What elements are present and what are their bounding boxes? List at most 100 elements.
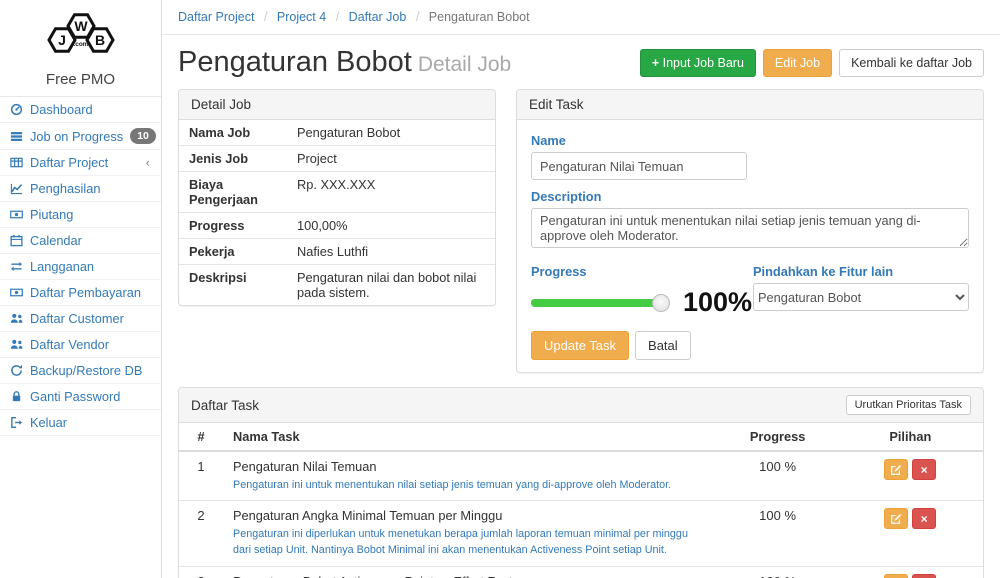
plus-icon: + [652,56,659,70]
detail-job-panel: Detail Job Nama JobPengaturan Bobot Jeni… [178,89,496,306]
sidebar-item-penghasilan[interactable]: Penghasilan [0,176,161,202]
sidebar-item-ganti-password[interactable]: Ganti Password [0,384,161,410]
update-task-button[interactable]: Update Task [531,331,629,360]
pencil-square-icon [890,513,902,525]
sidebar-item-label: Daftar Customer [30,311,152,326]
sidebar-item-job-on-progress[interactable]: Job on Progress 10 [0,123,161,150]
lock-icon [9,390,23,403]
sidebar-item-label: Daftar Project [30,155,139,170]
sidebar-item-label: Piutang [30,207,152,222]
sidebar-menu: Dashboard Job on Progress 10 Daftar Proj… [0,96,161,436]
sidebar-item-label: Keluar [30,415,152,430]
detail-job-table: Nama JobPengaturan Bobot Jenis JobProjec… [179,120,495,305]
batal-button[interactable]: Batal [635,331,691,360]
sidebar-item-label: Ganti Password [30,389,152,404]
progress-label: Progress [531,264,752,279]
sidebar-item-daftar-vendor[interactable]: Daftar Vendor [0,332,161,358]
jwb-logo-icon: W J B .com [38,10,124,64]
refresh-icon [9,364,23,377]
sidebar-item-calendar[interactable]: Calendar [0,228,161,254]
progress-slider-handle[interactable] [652,294,670,312]
app-window: W J B .com Free PMO Dashboard Job on Pro… [0,0,1000,578]
task-name: Pengaturan Bobot Activeness Point vs Eff… [233,574,708,578]
task-progress: 100 % [718,566,838,578]
detail-row: Jenis JobProject [179,146,495,172]
breadcrumb-daftar-job[interactable]: Daftar Job [349,10,407,24]
users-icon [9,338,23,351]
delete-task-button[interactable]: × [912,459,936,480]
svg-text:J: J [58,32,66,48]
breadcrumb-separator: / [336,10,339,24]
table-icon [9,156,23,169]
task-row: 3 Pengaturan Bobot Activeness Point vs E… [179,566,983,578]
edit-task-button[interactable] [884,459,908,480]
pencil-square-icon [890,464,902,476]
detail-row: PekerjaNafies Luthfi [179,239,495,265]
progress-slider-fill [531,299,661,307]
move-feature-block: Pindahkan ke Fitur lain Pengaturan Bobot [753,261,969,311]
main-area: Daftar Project / Project 4 / Daftar Job … [162,0,1000,578]
column-progress: Progress [718,423,838,451]
users-icon [9,312,23,325]
sidebar-item-label: Daftar Vendor [30,337,152,352]
sidebar-item-langganan[interactable]: Langganan [0,254,161,280]
sidebar-item-label: Calendar [30,233,152,248]
breadcrumb-project-4[interactable]: Project 4 [277,10,326,24]
breadcrumb-separator: / [416,10,419,24]
task-name: Pengaturan Nilai Temuan [233,459,708,474]
sidebar-item-piutang[interactable]: Piutang [0,202,161,228]
tasks-icon [9,130,23,143]
svg-text:W: W [74,18,88,34]
kembali-ke-daftar-job-button[interactable]: Kembali ke daftar Job [839,49,984,77]
column-no: # [179,423,223,451]
task-description: Pengaturan ini diperlukan untuk menetuka… [233,526,708,558]
breadcrumb-separator: / [264,10,267,24]
detail-row: DeskripsiPengaturan nilai dan bobot nila… [179,265,495,306]
money-icon [9,208,23,221]
task-table: # Nama Task Progress Pilihan 1 Pengatura… [179,423,983,578]
detail-row: Progress100,00% [179,213,495,239]
task-row: 1 Pengaturan Nilai Temuan Pengaturan ini… [179,451,983,501]
detail-row: Nama JobPengaturan Bobot [179,120,495,146]
task-no: 2 [179,501,223,566]
logo[interactable]: W J B .com Free PMO [0,0,161,96]
sign-out-icon [9,416,23,429]
sidebar-item-daftar-project[interactable]: Daftar Project ‹ [0,150,161,176]
input-job-baru-button[interactable]: + Input Job Baru [640,49,756,77]
task-no: 3 [179,566,223,578]
task-name-input[interactable] [531,152,747,180]
page-title-block: Pengaturan BobotDetail Job [178,46,511,79]
task-name: Pengaturan Angka Minimal Temuan per Ming… [233,508,708,523]
delete-task-button[interactable]: × [912,574,936,578]
progress-block: Progress 100% [531,261,752,318]
line-chart-icon [9,182,23,195]
move-feature-select[interactable]: Pengaturan Bobot [753,283,969,311]
task-description: Pengaturan ini untuk menentukan nilai se… [233,477,708,493]
sidebar-item-daftar-customer[interactable]: Daftar Customer [0,306,161,332]
sidebar-item-daftar-pembayaran[interactable]: Daftar Pembayaran [0,280,161,306]
task-no: 1 [179,451,223,501]
edit-task-panel: Edit Task Name Description Pengaturan in… [516,89,984,373]
svg-text:.com: .com [73,41,88,48]
gauge-icon [9,103,23,116]
sidebar-item-label: Langganan [30,259,152,274]
progress-slider[interactable] [531,299,661,307]
x-icon: × [921,463,928,477]
sidebar-item-label: Penghasilan [30,181,152,196]
sidebar-item-backup-restore-db[interactable]: Backup/Restore DB [0,358,161,384]
breadcrumb-daftar-project[interactable]: Daftar Project [178,10,254,24]
sidebar-item-keluar[interactable]: Keluar [0,410,161,436]
task-progress: 100 % [718,451,838,501]
daftar-task-panel-title: Daftar Task [191,398,259,413]
edit-job-button[interactable]: Edit Job [763,49,832,77]
delete-task-button[interactable]: × [912,508,936,529]
svg-text:B: B [94,32,104,48]
sidebar-item-label: Daftar Pembayaran [30,285,152,300]
edit-task-button[interactable] [884,574,908,578]
task-description-textarea[interactable]: Pengaturan ini untuk menentukan nilai se… [531,208,969,248]
urutkan-prioritas-task-button[interactable]: Urutkan Prioritas Task [846,395,971,415]
daftar-task-panel: Daftar Task Urutkan Prioritas Task # Nam… [178,387,984,578]
column-nama-task: Nama Task [223,423,718,451]
sidebar-item-dashboard[interactable]: Dashboard [0,97,161,123]
edit-task-button[interactable] [884,508,908,529]
